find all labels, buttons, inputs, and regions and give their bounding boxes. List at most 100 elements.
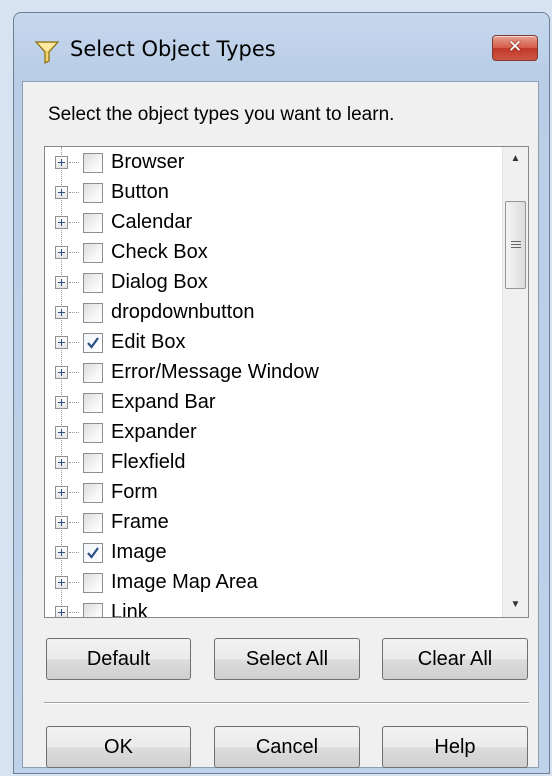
tree-connector: [69, 612, 79, 614]
tree-item[interactable]: Check Box: [45, 238, 502, 268]
expand-plus-icon[interactable]: [55, 396, 68, 409]
item-label: Browser: [111, 151, 185, 173]
item-checkbox[interactable]: [83, 183, 103, 203]
tree-item[interactable]: Flexfield: [45, 448, 502, 478]
dialog-body: Select the object types you want to lear…: [22, 81, 539, 768]
ok-button[interactable]: OK: [46, 726, 191, 768]
tree-item[interactable]: Dialog Box: [45, 268, 502, 298]
tree-item[interactable]: Link: [45, 598, 502, 617]
expand-plus-icon[interactable]: [55, 426, 68, 439]
item-label: Button: [111, 181, 169, 203]
tree-item[interactable]: Expand Bar: [45, 388, 502, 418]
tree-connector: [69, 372, 79, 374]
scroll-down-arrow-icon[interactable]: ▼: [503, 593, 528, 617]
tree-connector: [69, 252, 79, 254]
tree-connector: [69, 222, 79, 224]
item-label: Frame: [111, 511, 169, 533]
filter-icon: [34, 41, 60, 64]
instruction-text: Select the object types you want to lear…: [48, 104, 395, 125]
expand-plus-icon[interactable]: [55, 156, 68, 169]
default-button[interactable]: Default: [46, 638, 191, 680]
tree-connector: [69, 522, 79, 524]
item-label: Image: [111, 541, 167, 563]
item-checkbox[interactable]: [83, 303, 103, 323]
expand-plus-icon[interactable]: [55, 336, 68, 349]
tree-item[interactable]: Edit Box: [45, 328, 502, 358]
item-checkbox[interactable]: [83, 333, 103, 353]
expand-plus-icon[interactable]: [55, 606, 68, 617]
vertical-scrollbar[interactable]: ▲ ▼: [502, 147, 528, 617]
expand-plus-icon[interactable]: [55, 516, 68, 529]
dialog-window: Select Object Types ✕ Select the object …: [13, 12, 550, 774]
item-checkbox[interactable]: [83, 363, 103, 383]
item-checkbox[interactable]: [83, 483, 103, 503]
item-label: dropdownbutton: [111, 301, 255, 323]
item-checkbox[interactable]: [83, 213, 103, 233]
item-label: Form: [111, 481, 158, 503]
tree-connector: [69, 492, 79, 494]
tree-connector: [69, 552, 79, 554]
item-checkbox[interactable]: [83, 153, 103, 173]
item-label: Link: [111, 601, 148, 617]
item-checkbox[interactable]: [83, 243, 103, 263]
close-button[interactable]: ✕: [492, 35, 538, 61]
tree-item[interactable]: Browser: [45, 148, 502, 178]
window-title: Select Object Types: [70, 37, 276, 61]
item-label: Flexfield: [111, 451, 186, 473]
title-bar[interactable]: Select Object Types ✕: [14, 13, 549, 81]
cancel-button[interactable]: Cancel: [214, 726, 360, 768]
tree-item[interactable]: Button: [45, 178, 502, 208]
expand-plus-icon[interactable]: [55, 366, 68, 379]
item-label: Expander: [111, 421, 197, 443]
item-label: Dialog Box: [111, 271, 208, 293]
expand-plus-icon[interactable]: [55, 186, 68, 199]
tree-item[interactable]: Frame: [45, 508, 502, 538]
expand-plus-icon[interactable]: [55, 456, 68, 469]
select-all-button[interactable]: Select All: [214, 638, 360, 680]
tree-connector: [69, 192, 79, 194]
tree-item[interactable]: Expander: [45, 418, 502, 448]
tree-item[interactable]: dropdownbutton: [45, 298, 502, 328]
item-label: Expand Bar: [111, 391, 216, 413]
tree-connector: [69, 312, 79, 314]
expand-plus-icon[interactable]: [55, 486, 68, 499]
item-label: Check Box: [111, 241, 208, 263]
item-checkbox[interactable]: [83, 513, 103, 533]
expand-plus-icon[interactable]: [55, 246, 68, 259]
help-button[interactable]: Help: [382, 726, 528, 768]
grip-icon: [511, 241, 521, 248]
tree-connector: [69, 462, 79, 464]
expand-plus-icon[interactable]: [55, 576, 68, 589]
item-checkbox[interactable]: [83, 543, 103, 563]
item-checkbox[interactable]: [83, 273, 103, 293]
item-checkbox[interactable]: [83, 573, 103, 593]
checkmark-icon: [87, 547, 99, 559]
tree-connector: [69, 582, 79, 584]
clear-all-button[interactable]: Clear All: [382, 638, 528, 680]
item-label: Image Map Area: [111, 571, 258, 593]
tree-item[interactable]: Error/Message Window: [45, 358, 502, 388]
tree-connector: [69, 432, 79, 434]
item-checkbox[interactable]: [83, 453, 103, 473]
tree-connector: [69, 342, 79, 344]
tree-item[interactable]: Form: [45, 478, 502, 508]
expand-plus-icon[interactable]: [55, 546, 68, 559]
item-checkbox[interactable]: [83, 423, 103, 443]
expand-plus-icon[interactable]: [55, 306, 68, 319]
scroll-thumb[interactable]: [505, 201, 526, 289]
close-icon: ✕: [507, 37, 523, 57]
tree-item[interactable]: Calendar: [45, 208, 502, 238]
item-checkbox[interactable]: [83, 603, 103, 617]
item-label: Error/Message Window: [111, 361, 319, 383]
object-type-tree[interactable]: Browser Button Calendar Check Box Dialog Box…: [44, 146, 529, 618]
checkmark-icon: [87, 337, 99, 349]
item-checkbox[interactable]: [83, 393, 103, 413]
expand-plus-icon[interactable]: [55, 216, 68, 229]
tree-item[interactable]: Image Map Area: [45, 568, 502, 598]
expand-plus-icon[interactable]: [55, 276, 68, 289]
divider: [44, 702, 529, 704]
tree-rows: Browser Button Calendar Check Box Dialog Box…: [45, 147, 502, 617]
tree-connector: [69, 402, 79, 404]
scroll-up-arrow-icon[interactable]: ▲: [503, 147, 528, 171]
tree-item[interactable]: Image: [45, 538, 502, 568]
